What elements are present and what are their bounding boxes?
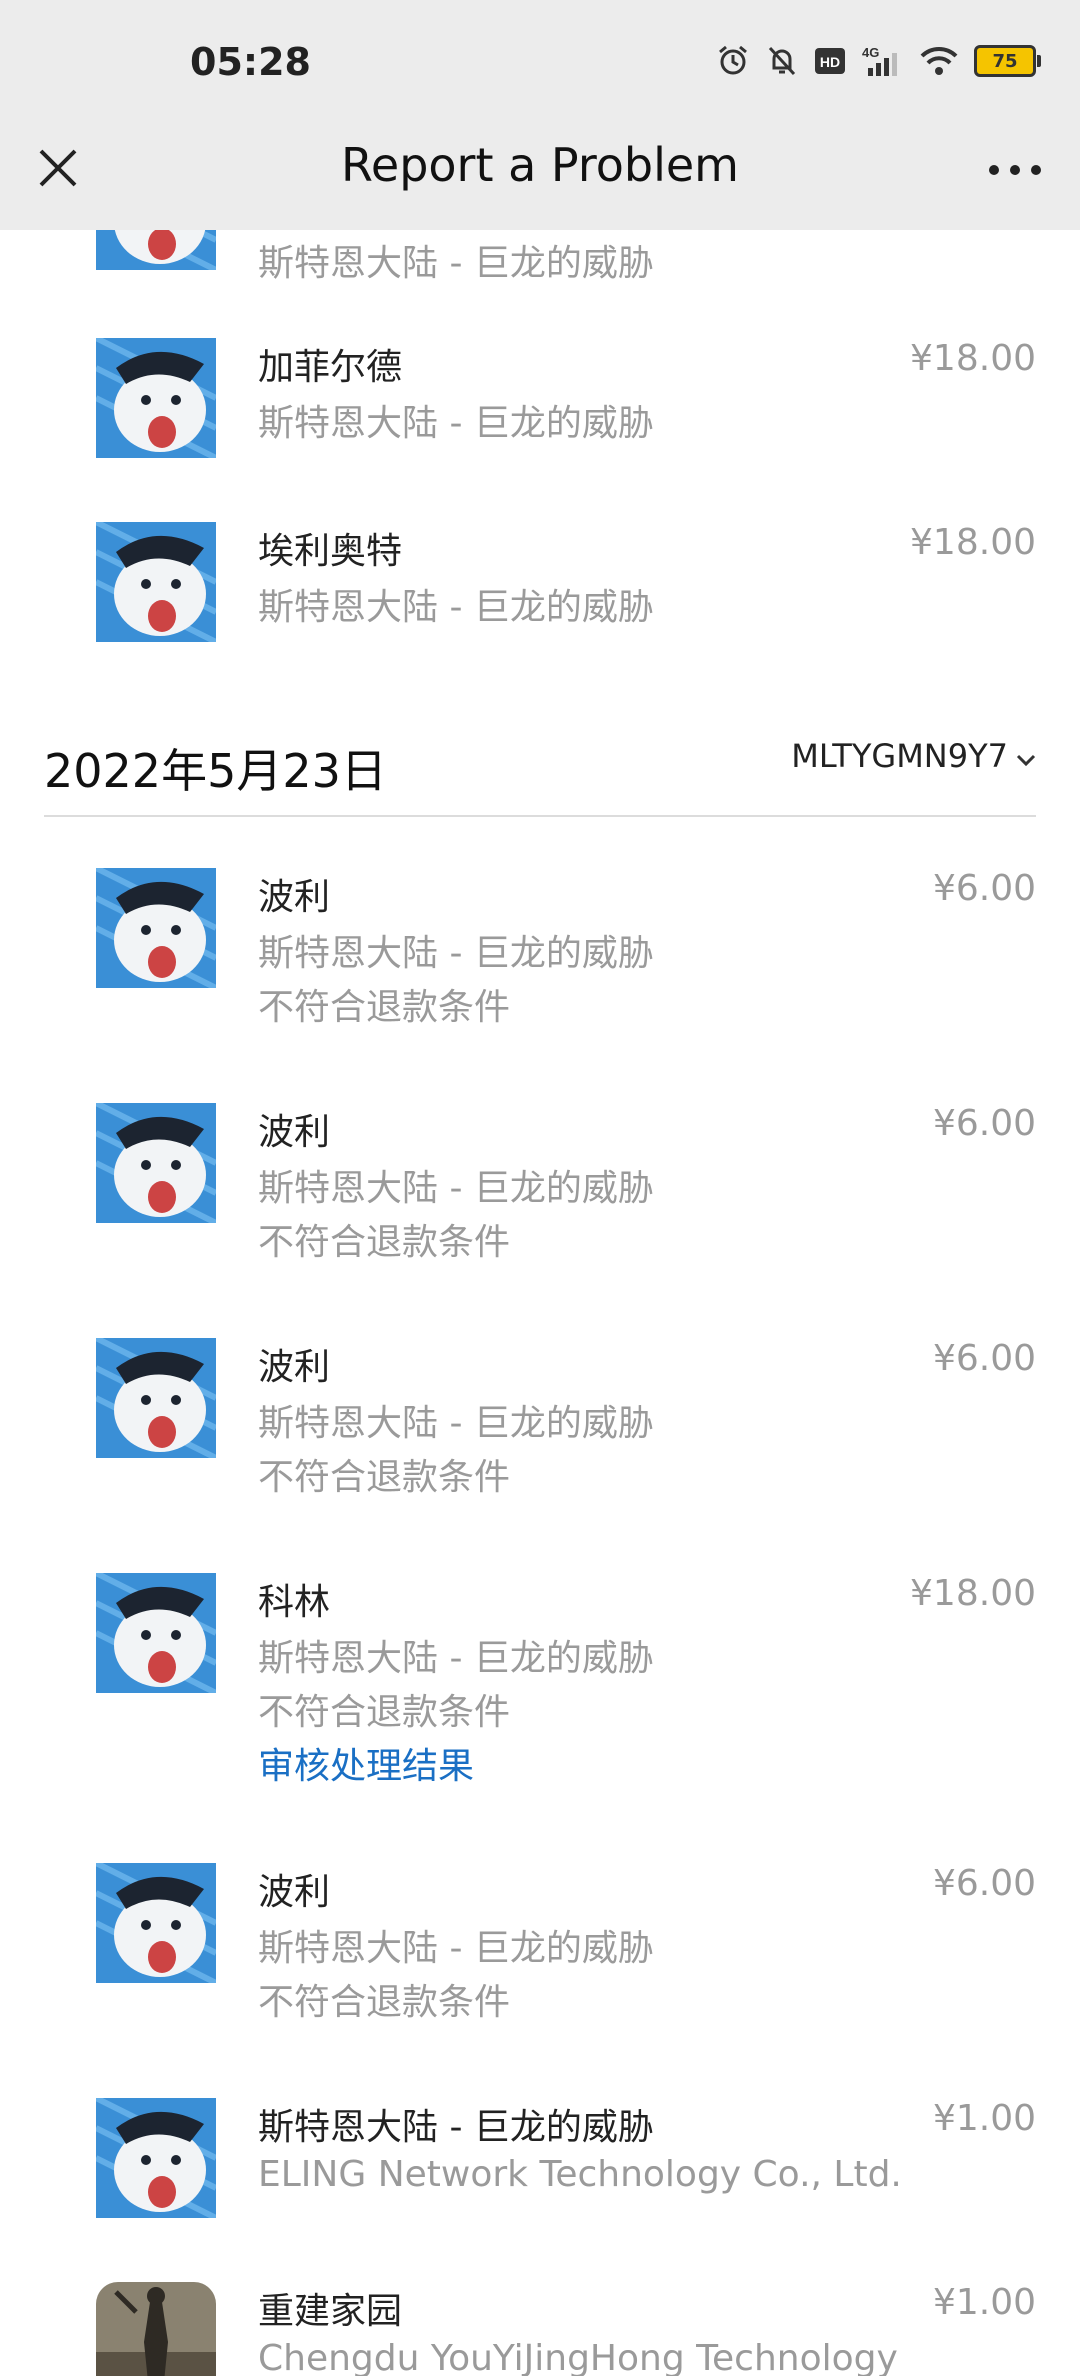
refund-status: 不符合退款条件 <box>258 1222 511 1263</box>
refund-status: 不符合退款条件 <box>258 1982 511 2023</box>
more-icon <box>988 161 1042 180</box>
item-price: ¥6.00 <box>932 1103 1036 1144</box>
app-icon <box>96 1338 216 1458</box>
battery-icon: 75 <box>974 45 1041 77</box>
app-icon <box>96 2282 216 2376</box>
item-name: 波利 <box>258 1872 331 1913</box>
item-name: 科林 <box>258 1582 331 1623</box>
item-price: ¥1.00 <box>932 2282 1036 2323</box>
item-name: 波利 <box>258 1112 331 1153</box>
developer-name: ELING Network Technology Co., Ltd. <box>258 2154 902 2195</box>
status-icons: HD 4G 75 <box>716 44 1041 78</box>
signal-4g-icon: 4G <box>862 44 904 78</box>
app-name: 斯特恩大陆 - 巨龙的威胁 <box>258 1403 654 1444</box>
app-icon <box>96 522 216 642</box>
mute-bell-icon <box>766 44 798 78</box>
purchase-date: 2022年5月23日 <box>44 744 387 798</box>
developer-name: Chengdu YouYiJingHong Technology <box>258 2338 898 2376</box>
app-icon <box>96 230 216 270</box>
app-name: 斯特恩大陆 - 巨龙的威胁 <box>258 587 654 628</box>
alarm-icon <box>716 44 750 78</box>
app-name: 斯特恩大陆 - 巨龙的威胁 <box>258 933 654 974</box>
item-name: 加菲尔德 <box>258 347 403 388</box>
app-name: 斯特恩大陆 - 巨龙的威胁 <box>258 243 654 284</box>
app-icon <box>96 1573 216 1693</box>
app-name: 斯特恩大陆 - 巨龙的威胁 <box>258 1638 654 1679</box>
svg-text:4G: 4G <box>862 45 879 60</box>
app-icon <box>96 1103 216 1223</box>
order-id: MLTYGMN9Y7 <box>791 737 1008 775</box>
refund-status: 不符合退款条件 <box>258 1692 511 1733</box>
item-price: ¥18.00 <box>910 522 1036 563</box>
more-button[interactable] <box>980 142 1050 198</box>
order-id-dropdown[interactable]: MLTYGMN9Y7 <box>791 737 1036 775</box>
item-name: 波利 <box>258 1347 331 1388</box>
app-name: 斯特恩大陆 - 巨龙的威胁 <box>258 1928 654 1969</box>
page-title: Report a Problem <box>341 138 739 192</box>
chevron-down-icon <box>1016 737 1036 775</box>
item-name: 斯特恩大陆 - 巨龙的威胁 <box>258 2107 654 2148</box>
item-name: 波利 <box>258 877 331 918</box>
hd-icon: HD <box>814 47 846 75</box>
item-price: ¥18.00 <box>910 338 1036 379</box>
status-time: 05:28 <box>190 40 311 84</box>
app-icon <box>96 1863 216 1983</box>
purchase-history-list[interactable]: 斯特恩大陆 - 巨龙的威胁 加菲尔德 斯特恩大陆 - 巨龙的威胁 ¥18.00 … <box>0 230 1080 2376</box>
item-price: ¥1.00 <box>932 2098 1036 2139</box>
app-icon <box>96 2098 216 2218</box>
status-bar: 05:28 HD 4G 75 <box>0 0 1080 130</box>
item-name: 重建家园 <box>258 2291 403 2332</box>
refund-status: 不符合退款条件 <box>258 987 511 1028</box>
wifi-icon <box>920 46 958 76</box>
date-group-header: 2022年5月23日 MLTYGMN9Y7 <box>44 735 1036 817</box>
item-price: ¥6.00 <box>932 1863 1036 1904</box>
item-price: ¥18.00 <box>910 1573 1036 1614</box>
refund-status: 不符合退款条件 <box>258 1457 511 1498</box>
app-name: 斯特恩大陆 - 巨龙的威胁 <box>258 1168 654 1209</box>
item-price: ¥6.00 <box>932 868 1036 909</box>
svg-text:HD: HD <box>820 54 840 70</box>
review-result-link[interactable]: 审核处理结果 <box>258 1737 474 1789</box>
app-name: 斯特恩大陆 - 巨龙的威胁 <box>258 403 654 444</box>
app-icon <box>96 868 216 988</box>
title-bar: Report a Problem <box>0 130 1080 230</box>
item-price: ¥6.00 <box>932 1338 1036 1379</box>
item-name: 埃利奥特 <box>258 531 403 572</box>
battery-level: 75 <box>992 50 1018 72</box>
app-icon <box>96 338 216 458</box>
